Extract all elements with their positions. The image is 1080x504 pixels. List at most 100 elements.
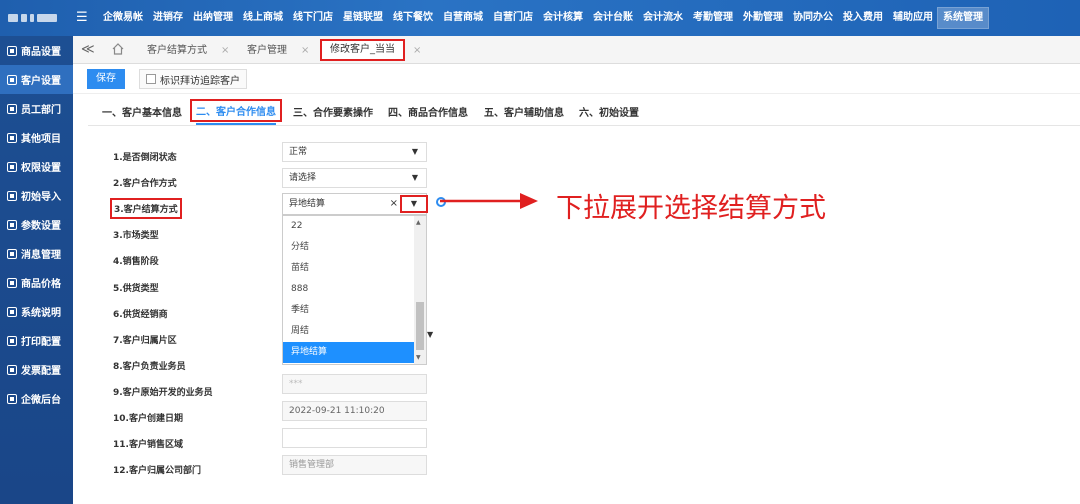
sidebar-item[interactable]: 客户设置	[0, 65, 73, 94]
sidebar-item[interactable]: 消息管理	[0, 239, 73, 268]
sidebar-item-icon	[7, 248, 17, 259]
dropdown-option[interactable]: 苗结	[283, 258, 415, 279]
tab-settlement-method[interactable]: 客户结算方式 ×	[147, 40, 229, 62]
sidebar-item-icon	[7, 190, 17, 201]
section-tab-auxiliary-info[interactable]: 五、客户辅助信息	[484, 104, 564, 119]
topnav-item[interactable]: 自营商城	[438, 0, 488, 36]
topnav-item[interactable]: 考勤管理	[688, 0, 738, 36]
label-supply-type: 5.供货类型	[113, 284, 159, 294]
dropdown-option[interactable]: 周结	[283, 321, 415, 342]
sidebar-item-label: 权限设置	[21, 163, 61, 174]
sidebar-item[interactable]: 企微后台	[0, 384, 73, 413]
topnav-item[interactable]: 星链联盟	[338, 0, 388, 36]
menu-icon[interactable]: ☰	[76, 10, 88, 26]
topnav-item[interactable]: 企微易帐	[98, 0, 148, 36]
dropdown-option[interactable]: 分结	[283, 237, 415, 258]
company-dept-field: 销售管理部	[282, 455, 427, 475]
sidebar-item-icon	[7, 219, 17, 230]
topnav-item[interactable]: 辅助应用	[888, 0, 938, 36]
label-company-dept: 12.客户归属公司部门	[113, 466, 201, 476]
section-tabs: 一、客户基本信息 二、客户合作信息 三、合作要素操作 四、商品合作信息 五、客户…	[88, 98, 1080, 126]
top-menu: 企微易帐 进销存 出纳管理 线上商城 线下门店 星链联盟 线下餐饮 自营商城 自营门店 会计核算会…	[98, 0, 989, 36]
section-tab-basic-info[interactable]: 一、客户基本信息	[102, 104, 182, 119]
topnav-item[interactable]: 会计台账	[588, 0, 638, 36]
topnav-item[interactable]: 自营门店	[488, 0, 538, 36]
dropdown-option[interactable]: 888	[283, 279, 415, 300]
section-tab-cooperation-elements[interactable]: 三、合作要素操作	[293, 104, 373, 119]
topnav-item[interactable]: 线下门店	[288, 0, 338, 36]
sidebar-item[interactable]: 打印配置	[0, 326, 73, 355]
sidebar-item-icon	[7, 335, 17, 346]
annotation-arrow	[440, 193, 538, 209]
chevron-down-icon: ▼	[411, 147, 418, 156]
sidebar-item-label: 商品价格	[21, 279, 61, 290]
sidebar-item-label: 客户设置	[21, 76, 61, 87]
label-create-date: 10.客户创建日期	[113, 414, 183, 424]
sidebar-item[interactable]: 商品设置	[0, 36, 73, 65]
sidebar-item-label: 消息管理	[21, 250, 61, 261]
sidebar-item-label: 商品设置	[21, 47, 61, 58]
sidebar-item[interactable]: 初始导入	[0, 181, 73, 210]
label-closed-status: 1.是否倒闭状态	[113, 153, 177, 163]
topnav-item[interactable]: 线上商城	[238, 0, 288, 36]
topnav-item[interactable]: 进销存	[148, 0, 188, 36]
home-icon[interactable]	[111, 42, 125, 56]
topnav-item[interactable]: 投入费用	[838, 0, 888, 36]
sidebar-item[interactable]: 参数设置	[0, 210, 73, 239]
label-sales-stage: 4.销售阶段	[113, 257, 159, 267]
sidebar-item[interactable]: 权限设置	[0, 152, 73, 181]
tab-edit-customer[interactable]: 修改客户_当当	[320, 39, 405, 61]
close-icon[interactable]: ×	[301, 45, 309, 56]
topnav-item[interactable]: 会计核算	[538, 0, 588, 36]
sidebar-item-label: 企微后台	[21, 395, 61, 406]
dropdown-option[interactable]: 季结	[283, 300, 415, 321]
original-dev-staff-field: ***	[282, 374, 427, 394]
label-sales-area: 11.客户销售区域	[113, 440, 183, 450]
section-tab-initial-settings[interactable]: 六、初始设置	[579, 104, 639, 119]
dropdown-option[interactable]: 22	[283, 216, 415, 237]
sidebar-item-icon	[7, 103, 17, 114]
topnav-item[interactable]: 会计流水	[638, 0, 688, 36]
section-tab-product-cooperation[interactable]: 四、商品合作信息	[388, 104, 468, 119]
topnav-item[interactable]: 协同办公	[788, 0, 838, 36]
checkbox-icon[interactable]	[146, 74, 156, 84]
chevron-down-icon: ▼	[427, 330, 434, 339]
sidebar-item-icon	[7, 306, 17, 317]
collapse-icon[interactable]: ≪	[81, 42, 95, 57]
dropdown-scrollbar[interactable]: ▲ ▼	[414, 216, 426, 364]
close-icon[interactable]: ×	[221, 45, 229, 56]
sales-area-input[interactable]	[282, 428, 427, 448]
sidebar-item-label: 员工部门	[21, 105, 61, 116]
label-supply-dealer: 6.供货经销商	[113, 310, 168, 320]
coop-mode-select[interactable]: 请选择 ▼	[282, 168, 427, 188]
topnav-item[interactable]: 线下餐饮	[388, 0, 438, 36]
scroll-up-icon[interactable]: ▲	[416, 219, 421, 226]
label-coop-mode: 2.客户合作方式	[113, 179, 177, 189]
sidebar-item[interactable]: 商品价格	[0, 268, 73, 297]
sidebar-item-icon	[7, 364, 17, 375]
sidebar-item[interactable]: 发票配置	[0, 355, 73, 384]
sidebar: 商品设置客户设置员工部门其他项目权限设置初始导入 参数设置消息管理商品价格系统说明…	[0, 36, 73, 504]
label-original-dev-staff: 9.客户原始开发的业务员	[113, 388, 213, 398]
tab-customer-management[interactable]: 客户管理 ×	[247, 40, 309, 62]
toolbar: 保存 标识拜访追踪客户	[73, 64, 1080, 94]
sidebar-item[interactable]: 员工部门	[0, 94, 73, 123]
scroll-thumb[interactable]	[416, 302, 424, 350]
scroll-down-icon[interactable]: ▼	[416, 354, 421, 361]
sidebar-item-icon	[7, 132, 17, 143]
close-icon[interactable]: ×	[413, 40, 421, 62]
sidebar-item[interactable]: 系统说明	[0, 297, 73, 326]
dropdown-arrow-button[interactable]: ▼	[400, 195, 428, 213]
closed-status-select[interactable]: 正常 ▼	[282, 142, 427, 162]
topnav-item[interactable]: 出纳管理	[188, 0, 238, 36]
sidebar-item-label: 系统说明	[21, 308, 61, 319]
save-button[interactable]: 保存	[87, 69, 125, 89]
topnav-item[interactable]: 系统管理	[937, 7, 989, 29]
track-visit-checkbox[interactable]: 标识拜访追踪客户	[139, 69, 247, 89]
dropdown-option-selected[interactable]: 异地结算	[283, 342, 415, 363]
topnav-item[interactable]: 外勤管理	[738, 0, 788, 36]
clear-icon[interactable]: ×	[390, 194, 398, 214]
section-tab-cooperation-info[interactable]: 二、客户合作信息	[190, 99, 282, 125]
sidebar-item-icon	[7, 161, 17, 172]
sidebar-item[interactable]: 其他项目	[0, 123, 73, 152]
